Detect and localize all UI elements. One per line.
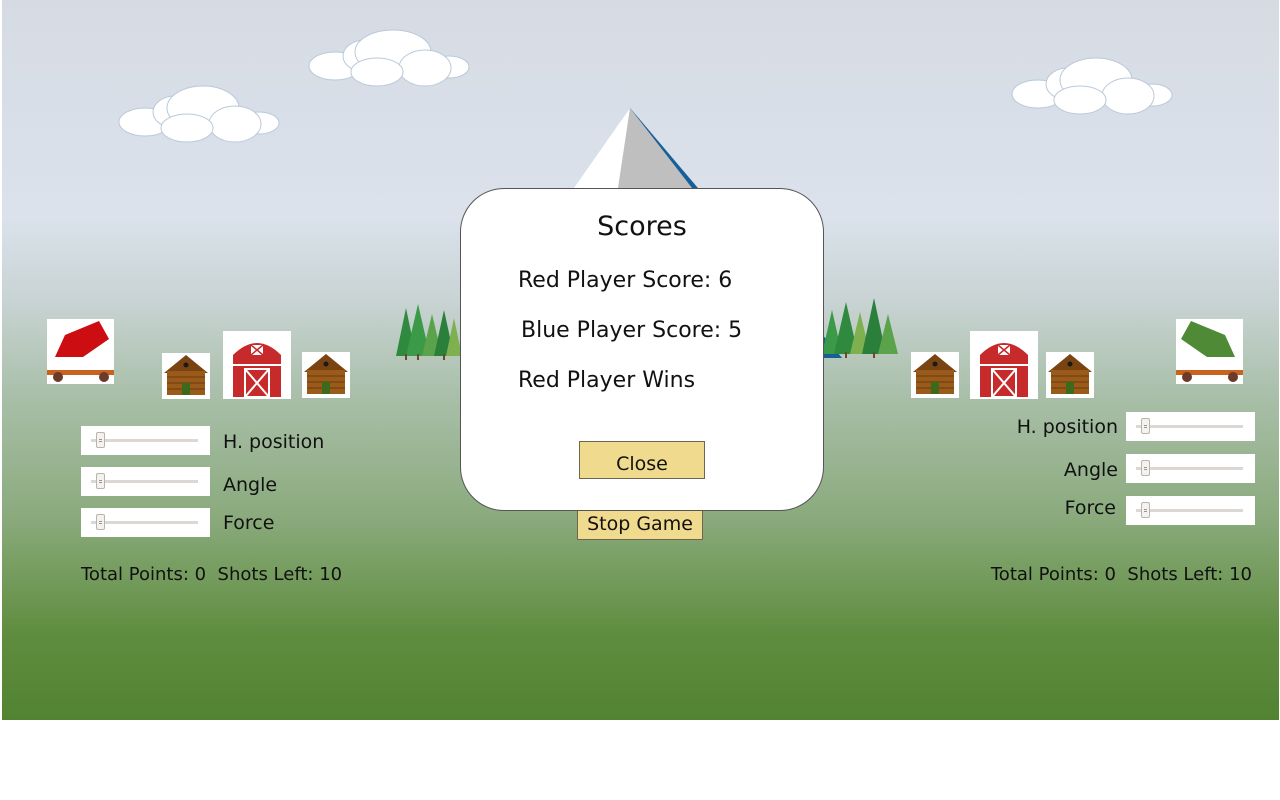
right-force-label: Force <box>1064 497 1116 519</box>
left-angle-slider[interactable] <box>81 467 210 496</box>
right-angle-label: Angle <box>1063 459 1118 481</box>
barn-icon <box>980 343 1028 398</box>
slider-thumb[interactable] <box>96 514 106 530</box>
left-hposition-slider[interactable] <box>81 426 210 455</box>
left-cabin-1 <box>162 353 210 399</box>
left-barn <box>223 331 291 399</box>
right-angle-slider[interactable] <box>1126 454 1255 483</box>
slider-track <box>91 521 198 524</box>
left-cabin-2 <box>302 352 350 398</box>
slider-thumb[interactable] <box>1141 460 1151 476</box>
right-cabin-1 <box>911 352 959 398</box>
slider-track <box>1136 509 1243 512</box>
right-barn <box>970 331 1038 399</box>
right-hposition-slider[interactable] <box>1126 412 1255 441</box>
right-cannon[interactable] <box>1176 319 1243 384</box>
left-hposition-label: H. position <box>223 431 325 453</box>
slider-thumb[interactable] <box>1141 418 1151 434</box>
cabin-icon <box>164 355 208 395</box>
scores-dialog: Scores Red Player Score: 6 Blue Player S… <box>460 188 824 511</box>
cloud-icon <box>1011 57 1173 115</box>
shots-left-label: Shots Left: <box>1127 564 1224 585</box>
cloud-icon <box>308 29 470 87</box>
slider-track <box>1136 425 1243 428</box>
shots-left-label: Shots Left: <box>217 564 314 585</box>
left-status: Total Points: 0 Shots Left: 10 <box>81 564 342 585</box>
slider-thumb[interactable] <box>96 432 106 448</box>
slider-thumb[interactable] <box>96 473 106 489</box>
blue-player-score: Blue Player Score: 5 <box>521 318 743 343</box>
left-force-label: Force <box>223 512 275 534</box>
total-points-label: Total Points: <box>81 564 189 585</box>
total-points-value: 0 <box>194 564 207 585</box>
cloud-icon <box>118 85 280 143</box>
close-button[interactable]: Close <box>579 441 705 479</box>
cabin-icon <box>1048 354 1092 394</box>
right-cabin-2 <box>1046 352 1094 398</box>
red-player-score: Red Player Score: 6 <box>518 268 733 293</box>
pine-tree-icon <box>396 304 462 360</box>
total-points-value: 0 <box>1104 564 1116 585</box>
game-scene: H. position Angle Force Total Points: 0 … <box>2 0 1279 720</box>
cannon-icon <box>47 321 114 382</box>
total-points-label: Total Points: <box>990 564 1099 585</box>
cannon-icon <box>1176 321 1243 382</box>
dialog-title: Scores <box>597 211 687 242</box>
slider-track <box>91 439 198 442</box>
shots-left-value: 10 <box>319 564 343 585</box>
cabin-icon <box>304 354 348 394</box>
right-force-slider[interactable] <box>1126 496 1255 525</box>
left-force-slider[interactable] <box>81 508 210 537</box>
slider-track <box>91 480 198 483</box>
slider-thumb[interactable] <box>1141 502 1151 518</box>
slider-track <box>1136 467 1243 470</box>
cabin-icon <box>913 354 957 394</box>
barn-icon <box>233 343 281 398</box>
winner-text: Red Player Wins <box>518 368 696 393</box>
left-angle-label: Angle <box>223 474 278 496</box>
pine-tree-icon <box>822 298 898 358</box>
shots-left-value: 10 <box>1229 564 1252 585</box>
right-hposition-label: H. position <box>1016 416 1118 438</box>
right-status: Total Points: 0 Shots Left: 10 <box>991 564 1252 585</box>
left-cannon[interactable] <box>47 319 114 384</box>
